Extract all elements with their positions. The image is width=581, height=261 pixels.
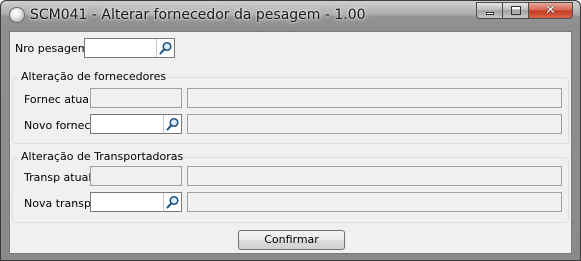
novo-fornec-name-field: [187, 114, 562, 134]
form-client-area: Nro pesagem: Alteração de fornecedores F…: [9, 31, 572, 254]
magnifier-icon: [166, 117, 179, 131]
nova-transp-field[interactable]: [90, 192, 182, 212]
nova-transp-name-field: [187, 192, 562, 212]
confirm-button[interactable]: Confirmar: [238, 230, 345, 250]
nova-transp-lookup-button[interactable]: [163, 193, 181, 211]
fornec-atual-name-field: [187, 88, 562, 108]
magnifier-icon: [166, 195, 179, 209]
novo-fornec-field[interactable]: [90, 114, 182, 134]
novo-fornec-lookup-button[interactable]: [163, 115, 181, 133]
nro-pesagem-lookup-button[interactable]: [156, 39, 174, 57]
caption-buttons: ✕: [476, 2, 573, 20]
transp-atual-code-field: [90, 166, 182, 186]
novo-fornec-label: Novo fornec:: [24, 119, 95, 132]
app-window: SCM041 - Alterar fornecedor da pesagem -…: [0, 0, 581, 261]
title-bar[interactable]: SCM041 - Alterar fornecedor da pesagem -…: [1, 1, 580, 31]
minimize-icon: [486, 12, 494, 15]
maximize-button[interactable]: [503, 2, 529, 19]
transp-atual-name-field: [187, 166, 562, 186]
fornecedores-group-title: Alteração de fornecedores: [19, 70, 169, 83]
close-button[interactable]: ✕: [529, 2, 573, 19]
nova-transp-label: Nova transp:: [24, 197, 95, 210]
maximize-icon: [511, 6, 521, 15]
fornec-atual-label: Fornec atual:: [24, 93, 96, 106]
nro-pesagem-label: Nro pesagem:: [15, 42, 93, 55]
app-icon: [9, 7, 25, 23]
nro-pesagem-field[interactable]: [84, 38, 175, 58]
transp-atual-label: Transp atual:: [24, 171, 96, 184]
window-title: SCM041 - Alterar fornecedor da pesagem -…: [30, 7, 366, 23]
fornec-atual-code-field: [90, 88, 182, 108]
minimize-button[interactable]: [476, 2, 503, 19]
magnifier-icon: [159, 41, 172, 55]
close-icon: ✕: [545, 3, 556, 18]
transportadoras-group-title: Alteração de Transportadoras: [19, 150, 186, 163]
